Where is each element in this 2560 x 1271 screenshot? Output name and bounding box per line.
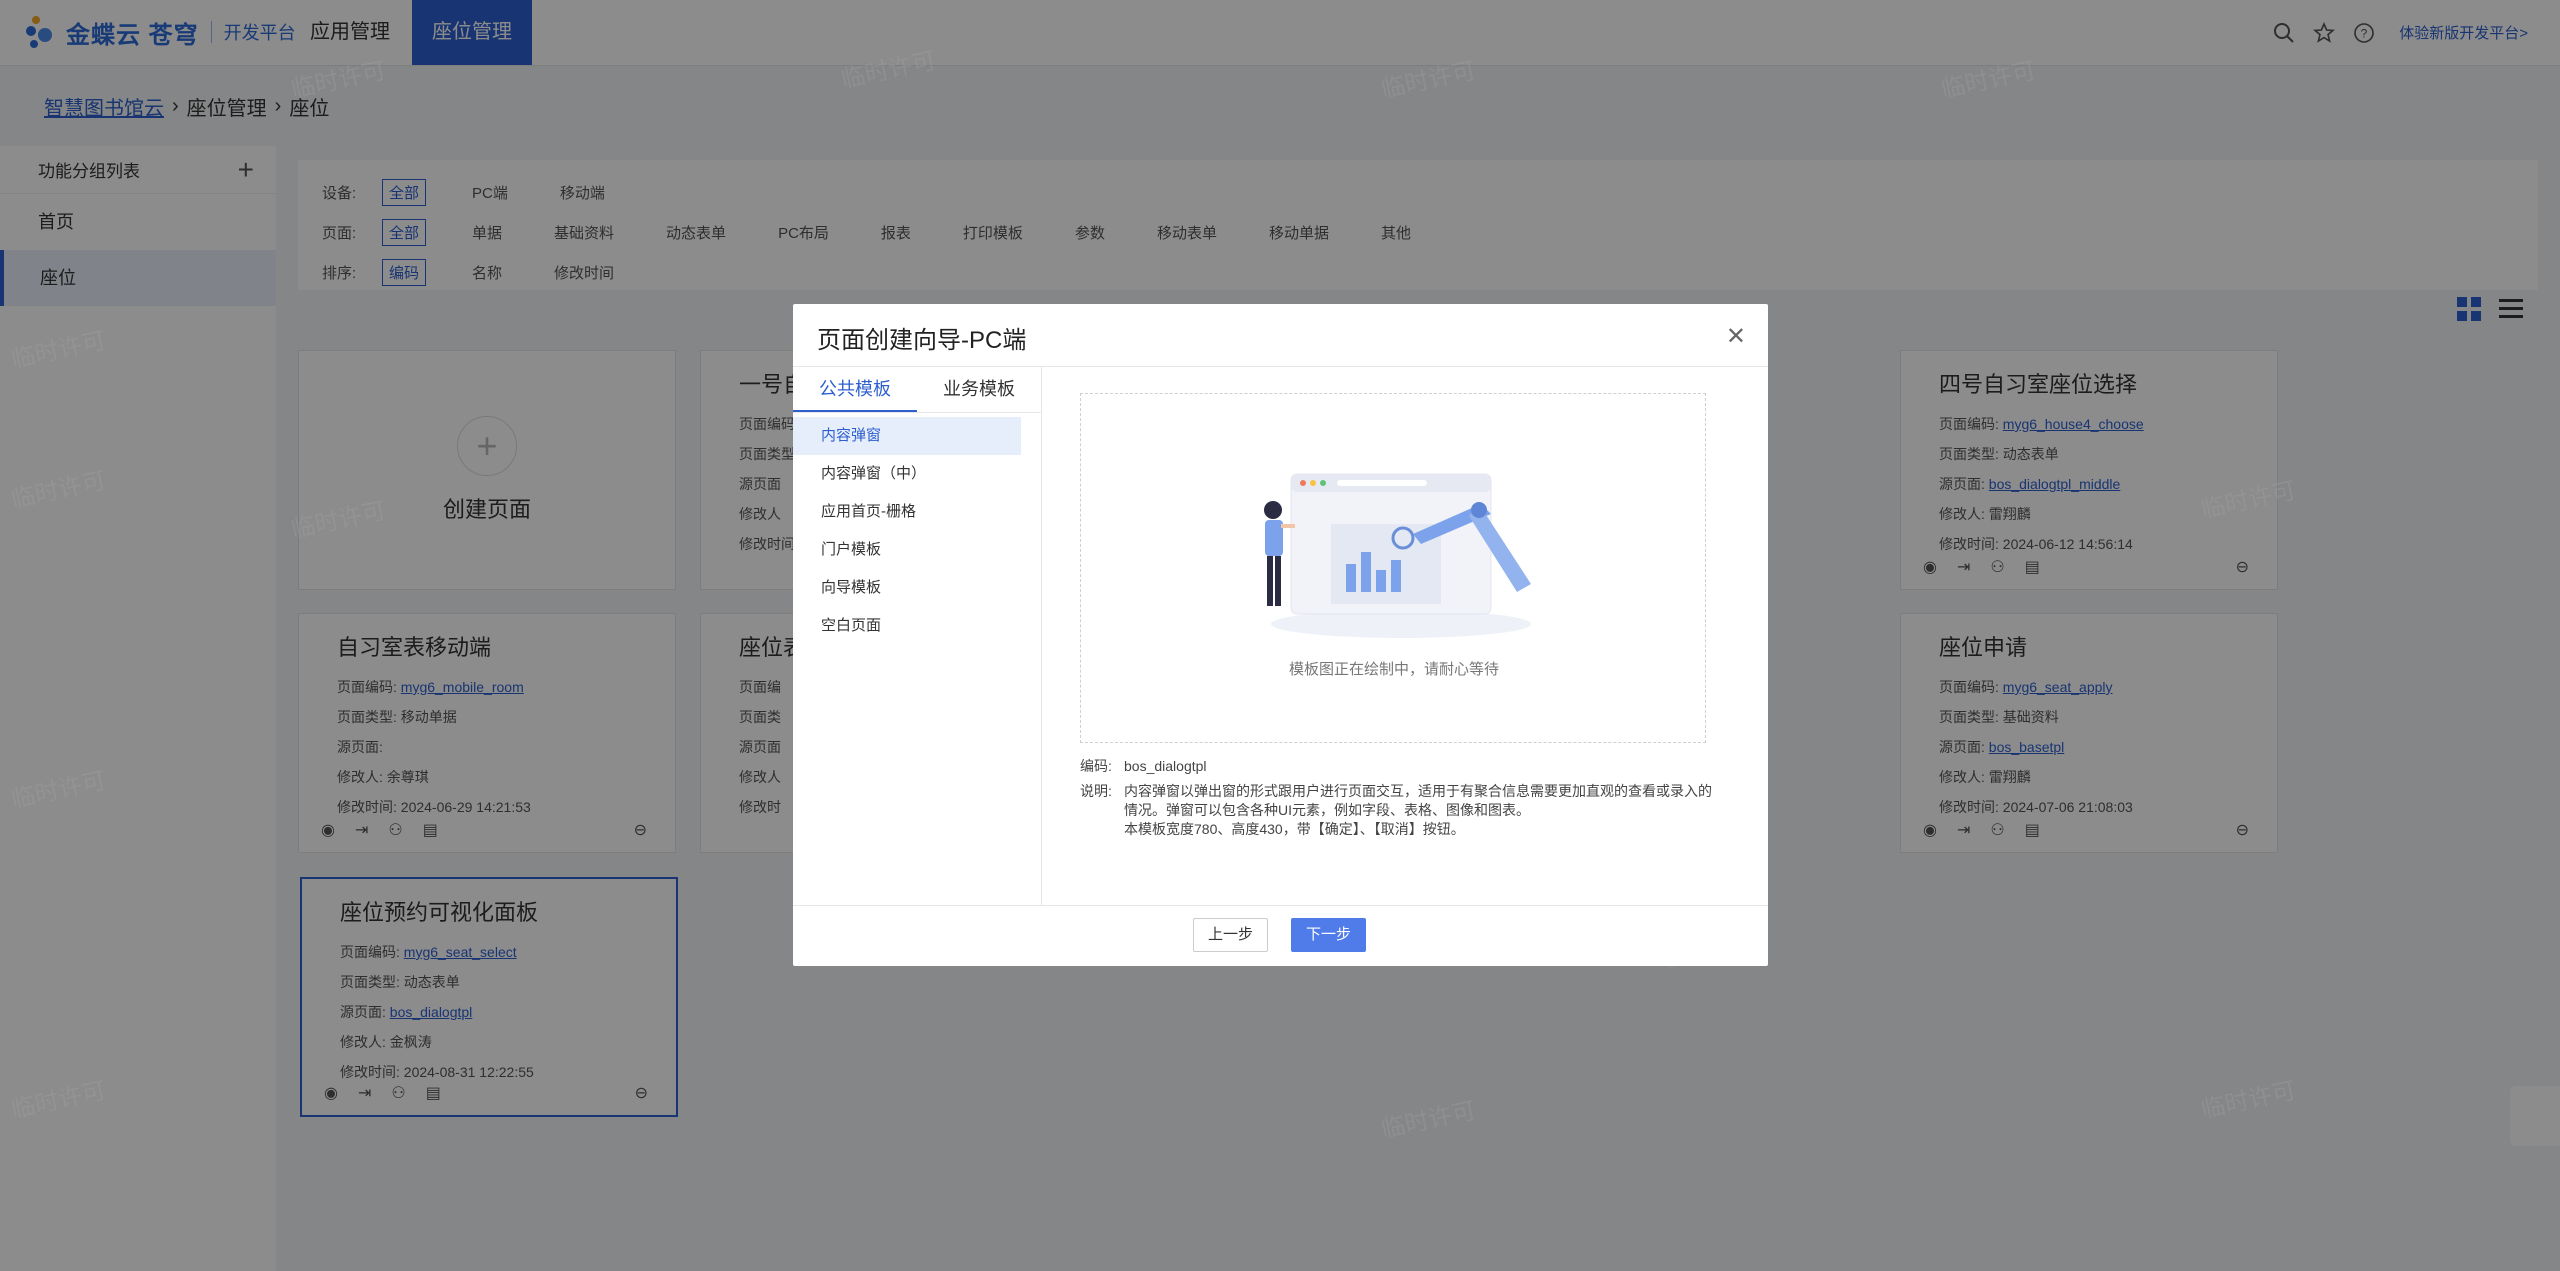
placeholder-illustration-icon bbox=[1264, 473, 1531, 638]
tab-business-templates[interactable]: 业务模板 bbox=[917, 367, 1041, 412]
template-detail-panel: 模板图正在绘制中，请耐心等待 编码: bos_dialogtpl 说明: 内容弹… bbox=[1042, 367, 1768, 905]
template-desc-row: 说明: 内容弹窗以弹出窗的形式跟用户进行页面交互，适用于有聚合信息需要更加直观的… bbox=[1080, 782, 1720, 839]
template-list-panel: 公共模板 业务模板 内容弹窗 内容弹窗（中） 应用首页-栅格 门户模板 向导模板… bbox=[793, 367, 1042, 905]
template-list: 内容弹窗 内容弹窗（中） 应用首页-栅格 门户模板 向导模板 空白页面 bbox=[793, 413, 1041, 645]
template-desc-size: 本模板宽度780、高度430，带【确定】、【取消】按钮。 bbox=[1124, 821, 1465, 837]
close-icon[interactable]: ✕ bbox=[1726, 322, 1746, 351]
template-item[interactable]: 内容弹窗 bbox=[793, 417, 1021, 455]
divider bbox=[793, 905, 1768, 906]
template-code-value: bos_dialogtpl bbox=[1124, 758, 1207, 774]
template-desc-text: 内容弹窗以弹出窗的形式跟用户进行页面交互，适用于有聚合信息需要更加直观的查看或录… bbox=[1124, 783, 1712, 818]
template-tabs: 公共模板 业务模板 bbox=[793, 367, 1041, 413]
template-code-label: 编码: bbox=[1080, 758, 1112, 774]
template-preview: 模板图正在绘制中，请耐心等待 bbox=[1080, 393, 1706, 743]
tab-public-templates[interactable]: 公共模板 bbox=[793, 367, 917, 412]
preview-caption: 模板图正在绘制中，请耐心等待 bbox=[1288, 661, 1499, 678]
next-step-button[interactable]: 下一步 bbox=[1291, 918, 1367, 952]
template-item[interactable]: 向导模板 bbox=[793, 569, 1021, 607]
template-info: 编码: bos_dialogtpl 说明: 内容弹窗以弹出窗的形式跟用户进行页面… bbox=[1080, 757, 1720, 839]
template-item[interactable]: 门户模板 bbox=[793, 531, 1021, 569]
dialog-title: 页面创建向导-PC端 bbox=[817, 327, 1027, 354]
template-item[interactable]: 应用首页-栅格 bbox=[793, 493, 1021, 531]
template-code-row: 编码: bos_dialogtpl bbox=[1080, 757, 1720, 776]
template-item[interactable]: 内容弹窗（中） bbox=[793, 455, 1021, 493]
template-desc-label: 说明: bbox=[1080, 783, 1112, 799]
page-creation-wizard-dialog: 页面创建向导-PC端 ✕ 公共模板 业务模板 内容弹窗 内容弹窗（中） 应用首页… bbox=[793, 304, 1768, 966]
previous-step-button[interactable]: 上一步 bbox=[1193, 918, 1269, 952]
template-item[interactable]: 空白页面 bbox=[793, 607, 1021, 645]
